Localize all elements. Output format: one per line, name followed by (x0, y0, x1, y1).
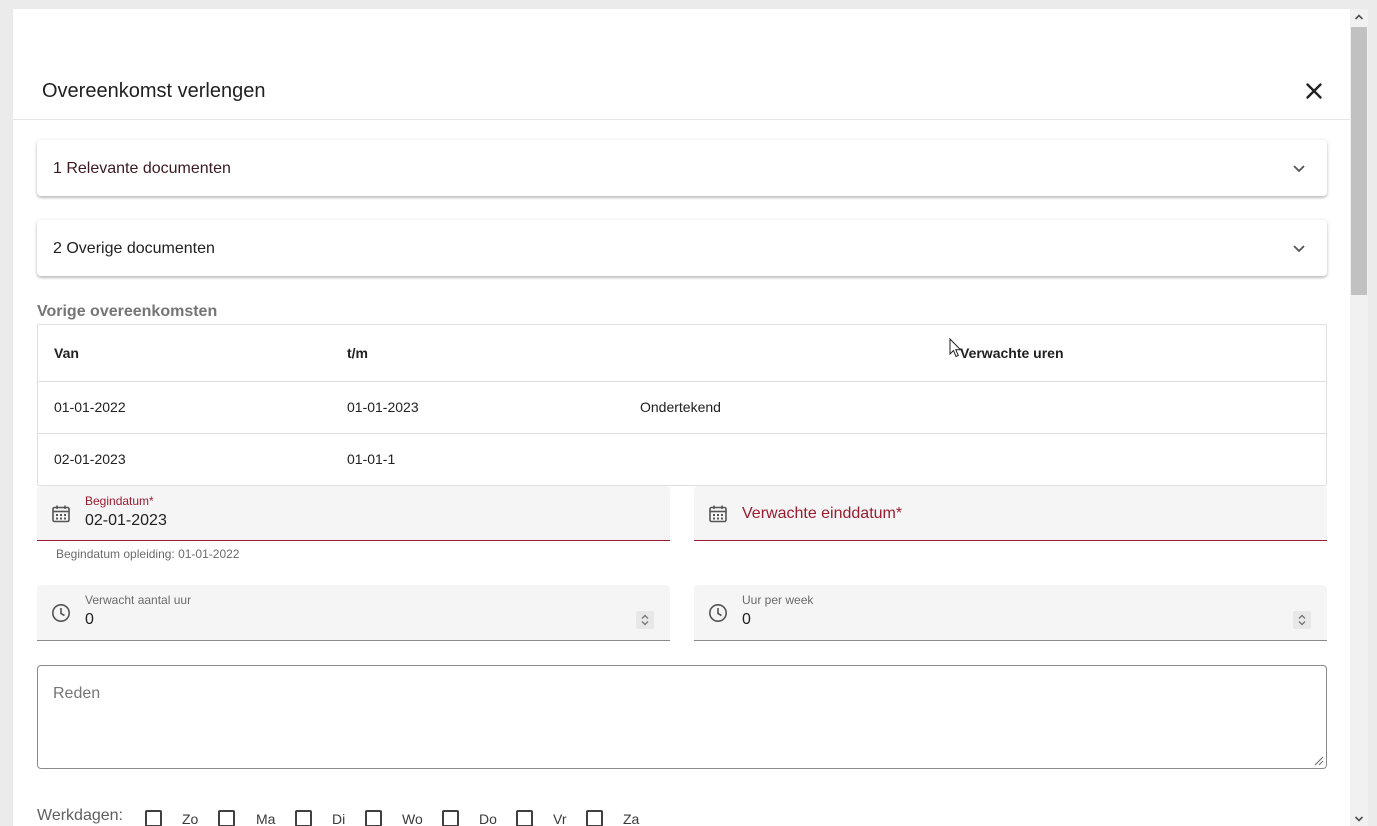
scroll-down-arrow-icon[interactable] (1354, 814, 1364, 824)
checkbox-label-wednesday[interactable]: Wo (402, 811, 423, 826)
stepper-arrows-icon (1298, 614, 1306, 626)
checkbox-monday[interactable] (218, 810, 235, 826)
start-date-field[interactable]: Begindatum* 02-01-2023 (37, 486, 670, 541)
table-row[interactable]: 01-01-2022 01-01-2023 Ondertekend (38, 381, 1326, 433)
checkbox-label-thursday[interactable]: Do (479, 811, 497, 826)
start-date-hint: Begindatum opleiding: 01-01-2022 (56, 547, 240, 561)
checkbox-sunday[interactable] (145, 810, 162, 826)
expected-end-date-field[interactable]: Verwachte einddatum* (694, 486, 1327, 541)
checkbox-label-saturday[interactable]: Za (623, 811, 639, 826)
checkbox-label-monday[interactable]: Ma (256, 811, 275, 826)
chevron-down-icon (1293, 165, 1305, 173)
previous-agreements-label: Vorige overeenkomsten (37, 303, 218, 320)
hours-per-week-field[interactable]: Uur per week 0 (694, 585, 1327, 641)
start-date-label: Begindatum* (85, 494, 154, 508)
checkbox-thursday[interactable] (442, 810, 459, 826)
expected-hours-value[interactable]: 0 (85, 610, 94, 630)
reason-textarea[interactable]: Reden (37, 665, 1327, 769)
clock-icon (52, 604, 70, 622)
panel-title: 2 Overige documenten (53, 240, 215, 257)
column-header-until[interactable]: t/m (347, 344, 368, 362)
table-header-row: Van t/m Verwachte uren (38, 325, 1326, 381)
cell-from: 01-01-2022 (54, 399, 126, 415)
calendar-icon[interactable] (708, 504, 728, 524)
scrollbar-thumb[interactable] (1351, 27, 1367, 295)
scroll-up-arrow-icon[interactable] (1354, 12, 1364, 22)
checkbox-tuesday[interactable] (295, 810, 312, 826)
expected-hours-field[interactable]: Verwacht aantal uur 0 (37, 585, 670, 641)
clock-icon (709, 604, 727, 622)
expected-hours-label: Verwacht aantal uur (85, 593, 192, 607)
column-header-expected-hours[interactable]: Verwachte uren (960, 344, 1064, 362)
checkbox-friday[interactable] (516, 810, 533, 826)
dialog-title: Overeenkomst verlengen (42, 80, 266, 102)
panel-title: 1 Relevante documenten (53, 160, 231, 177)
checkbox-label-tuesday[interactable]: Di (332, 811, 345, 826)
checkbox-wednesday[interactable] (365, 810, 382, 826)
checkbox-saturday[interactable] (586, 810, 603, 826)
hours-per-week-value[interactable]: 0 (742, 610, 751, 630)
cell-status: Ondertekend (640, 399, 721, 415)
cell-from: 02-01-2023 (54, 451, 126, 467)
close-button[interactable] (1301, 78, 1327, 104)
expected-end-date-label: Verwachte einddatum* (742, 505, 903, 522)
extend-agreement-dialog: Overeenkomst verlengen 1 Relevante docum… (13, 9, 1350, 826)
panel-other-documents[interactable]: 2 Overige documenten (37, 220, 1327, 276)
workdays-label: Werkdagen: (37, 807, 123, 824)
mouse-cursor-icon (949, 338, 962, 358)
stepper-arrows-icon (641, 614, 649, 626)
previous-agreements-table: Van t/m Verwachte uren 01-01-2022 01-01-… (37, 324, 1327, 486)
start-date-value[interactable]: 02-01-2023 (85, 511, 167, 531)
resize-handle-icon[interactable] (1312, 754, 1324, 766)
reason-label: Reden (53, 685, 101, 702)
cell-until: 01-01-2023 (347, 399, 419, 415)
checkbox-label-sunday[interactable]: Zo (182, 811, 198, 826)
expected-hours-stepper[interactable] (636, 611, 654, 629)
column-header-from[interactable]: Van (54, 344, 79, 362)
dialog-header: Overeenkomst verlengen (13, 9, 1350, 120)
panel-relevant-documents[interactable]: 1 Relevante documenten (37, 140, 1327, 196)
close-icon (1306, 83, 1322, 99)
calendar-icon[interactable] (51, 504, 71, 524)
cell-until: 01-01-1 (347, 451, 396, 467)
checkbox-label-friday[interactable]: Vr (553, 811, 566, 826)
table-row[interactable]: 02-01-2023 01-01-1 (38, 433, 1326, 485)
hours-per-week-label: Uur per week (742, 593, 814, 607)
chevron-down-icon (1293, 245, 1305, 253)
hours-per-week-stepper[interactable] (1293, 611, 1311, 629)
